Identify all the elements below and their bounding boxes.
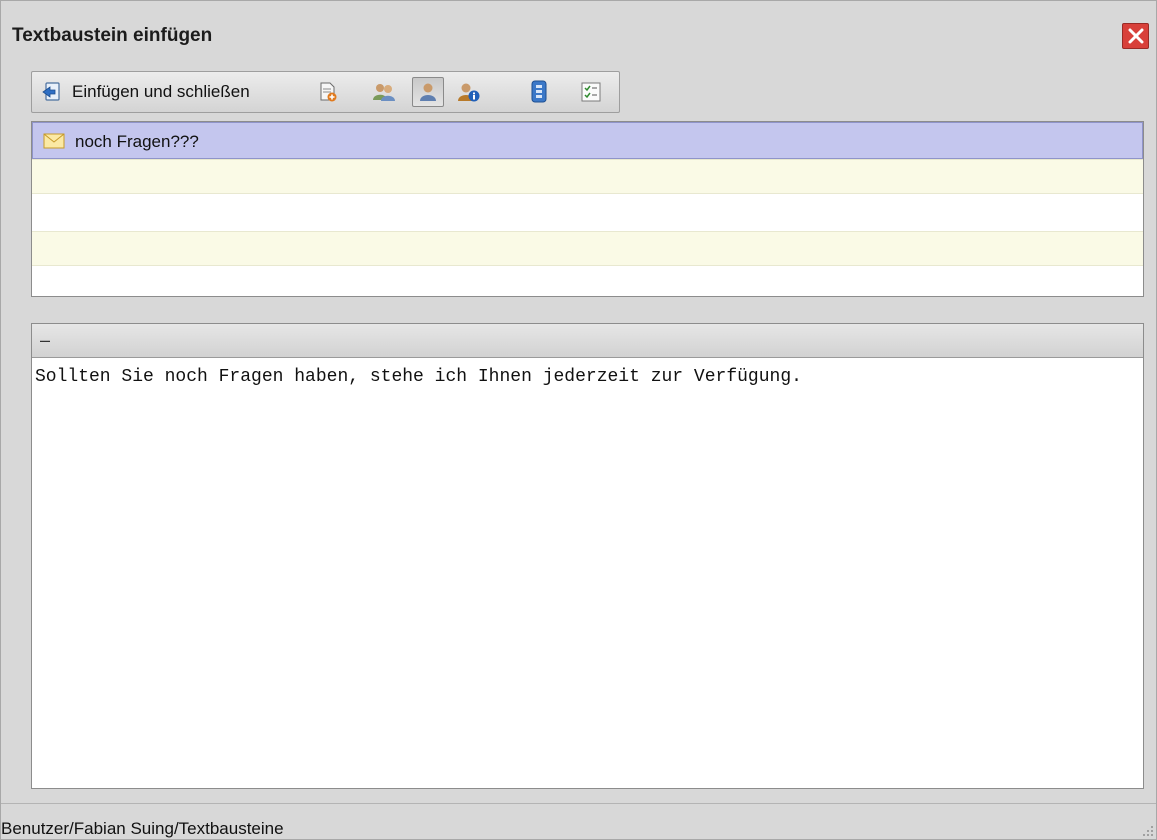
toolbar: Einfügen und schließen bbox=[31, 71, 620, 113]
list-item[interactable] bbox=[32, 194, 1143, 231]
close-icon bbox=[1128, 28, 1143, 44]
list-item-label: noch Fragen??? bbox=[75, 132, 199, 151]
title-bar[interactable]: Textbaustein einfügen bbox=[1, 1, 1156, 59]
document-button[interactable] bbox=[526, 77, 552, 107]
users-icon bbox=[373, 84, 395, 101]
all-users-button[interactable] bbox=[369, 77, 399, 107]
list-item[interactable] bbox=[32, 231, 1143, 266]
insert-close-label: Einfügen und schließen bbox=[72, 82, 250, 101]
preview-panel: – Sollten Sie noch Fragen haben, stehe i… bbox=[31, 323, 1144, 789]
status-path: Benutzer/Fabian Suing/Textbausteine bbox=[1, 819, 284, 838]
close-button[interactable] bbox=[1122, 23, 1149, 49]
personal-button[interactable] bbox=[412, 77, 444, 107]
dialog-window: Textbaustein einfügen Einfügen und schli… bbox=[0, 0, 1157, 840]
new-document-icon bbox=[320, 82, 337, 102]
list-item[interactable] bbox=[32, 159, 1143, 194]
checklist-button[interactable] bbox=[578, 77, 604, 107]
list-item[interactable] bbox=[32, 266, 1143, 296]
textblock-list: noch Fragen??? bbox=[31, 121, 1144, 297]
preview-header[interactable]: – bbox=[32, 324, 1143, 358]
insert-close-icon bbox=[42, 82, 60, 101]
resize-grip-icon[interactable] bbox=[1140, 823, 1154, 837]
user-info-button[interactable] bbox=[454, 77, 484, 107]
window-title: Textbaustein einfügen bbox=[12, 25, 213, 46]
insert-close-button[interactable]: Einfügen und schließen bbox=[40, 77, 250, 107]
user-icon bbox=[420, 83, 436, 101]
new-textblock-button[interactable] bbox=[315, 77, 341, 107]
document-blue-icon bbox=[531, 80, 547, 103]
user-info-icon bbox=[458, 83, 480, 102]
list-item[interactable]: noch Fragen??? bbox=[32, 122, 1143, 159]
checklist-icon bbox=[581, 82, 601, 102]
status-bar: Benutzer/Fabian Suing/Textbausteine bbox=[1, 803, 1156, 839]
envelope-icon bbox=[43, 133, 65, 149]
preview-text[interactable]: Sollten Sie noch Fragen haben, stehe ich… bbox=[32, 359, 1143, 788]
preview-header-text: – bbox=[40, 330, 51, 350]
